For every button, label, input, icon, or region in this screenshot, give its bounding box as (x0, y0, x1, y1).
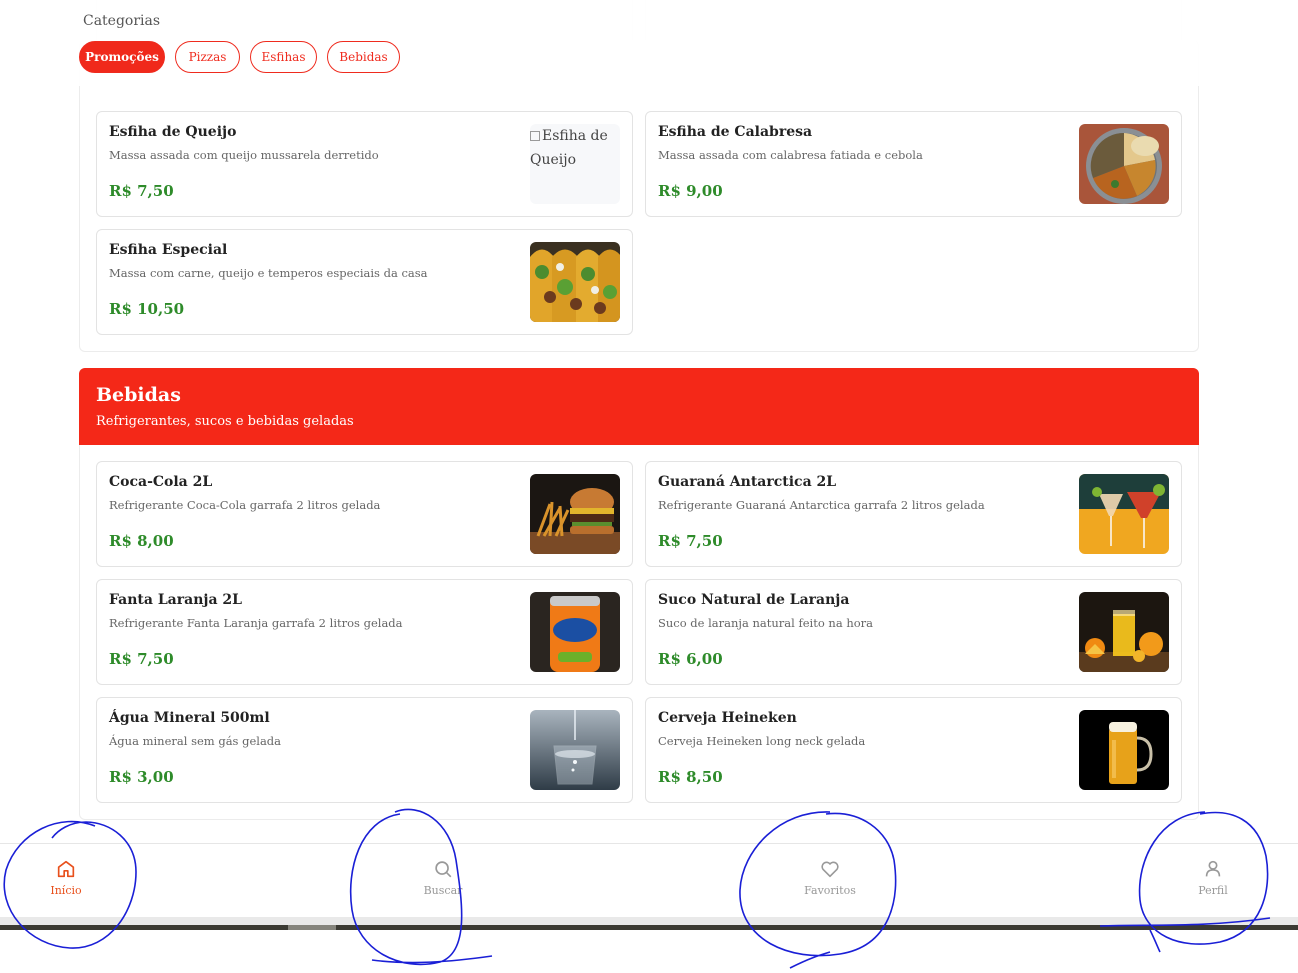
categories-header: Categorias Promoções Pizzas Esfihas Bebi… (0, 0, 1298, 86)
beer-mug-image (1079, 710, 1169, 790)
item-description: Massa assada com calabresa fatiada e ceb… (658, 148, 923, 162)
nav-label: Início (50, 884, 82, 897)
item-description: Cerveja Heineken long neck gelada (658, 734, 866, 748)
search-icon (435, 861, 452, 878)
nav-label: Perfil (1198, 884, 1228, 897)
item-description: Massa assada com queijo mussarela derret… (109, 148, 379, 162)
water-glass-image (530, 710, 620, 790)
image-alt-text: Esfiha de Queijo (530, 128, 608, 168)
menu-item-card[interactable]: Cerveja Heineken Cerveja Heineken long n… (645, 697, 1182, 803)
nav-home[interactable]: Início (26, 858, 106, 897)
bebidas-banner: Bebidas Refrigerantes, sucos e bebidas g… (79, 368, 1199, 445)
bottom-navigation: Início Buscar Favoritos Perfil (0, 843, 1298, 917)
nav-label: Favoritos (804, 884, 856, 897)
item-price: R$ 8,00 (109, 532, 174, 550)
app-page: Categorias Promoções Pizzas Esfihas Bebi… (0, 0, 1298, 973)
orange-juice-image (1079, 592, 1169, 672)
item-name: Cerveja Heineken (658, 710, 797, 726)
nav-label: Buscar (423, 884, 463, 897)
menu-item-card[interactable]: Água Mineral 500ml Água mineral sem gás … (96, 697, 633, 803)
broken-image-icon (530, 131, 540, 141)
item-description: Refrigerante Fanta Laranja garrafa 2 lit… (109, 616, 403, 630)
menu-item-card[interactable]: Esfiha de Queijo Massa assada com queijo… (96, 111, 633, 217)
menu-item-card[interactable]: Coca-Cola 2L Refrigerante Coca-Cola garr… (96, 461, 633, 567)
scrollbar-thumb[interactable] (288, 925, 336, 930)
broken-image: Esfiha de Queijo (530, 124, 620, 204)
item-name: Esfiha de Queijo (109, 124, 237, 140)
tacos-image (530, 242, 620, 322)
item-name: Coca-Cola 2L (109, 474, 213, 490)
section-title: Bebidas (96, 384, 181, 406)
heart-icon (821, 861, 839, 878)
nav-search[interactable]: Buscar (403, 858, 483, 897)
item-price: R$ 6,00 (658, 650, 723, 668)
cocktails-image (1079, 474, 1169, 554)
nav-favorites[interactable]: Favoritos (790, 858, 870, 897)
food-platter-image (1079, 124, 1169, 204)
section-subtitle: Refrigerantes, sucos e bebidas geladas (96, 414, 354, 429)
item-name: Guaraná Antarctica 2L (658, 474, 837, 490)
fanta-can-image (530, 592, 620, 672)
user-icon (1205, 860, 1221, 877)
pill-pizzas[interactable]: Pizzas (175, 41, 240, 73)
item-name: Suco Natural de Laranja (658, 592, 850, 608)
item-price: R$ 7,50 (109, 182, 174, 200)
nav-profile[interactable]: Perfil (1173, 858, 1253, 897)
home-icon (57, 860, 75, 878)
item-name: Fanta Laranja 2L (109, 592, 242, 608)
item-name: Esfiha de Calabresa (658, 124, 813, 140)
item-description: Refrigerante Coca-Cola garrafa 2 litros … (109, 498, 381, 512)
item-price: R$ 7,50 (658, 532, 723, 550)
menu-item-card[interactable]: Esfiha Especial Massa com carne, queijo … (96, 229, 633, 335)
item-price: R$ 8,50 (658, 768, 723, 786)
item-price: R$ 3,00 (109, 768, 174, 786)
menu-item-card[interactable]: Fanta Laranja 2L Refrigerante Fanta Lara… (96, 579, 633, 685)
item-price: R$ 10,50 (109, 300, 185, 318)
category-pills: Promoções Pizzas Esfihas Bebidas (79, 41, 400, 73)
menu-item-card[interactable]: Esfiha de Calabresa Massa assada com cal… (645, 111, 1182, 217)
item-description: Suco de laranja natural feito na hora (658, 616, 874, 630)
categories-title: Categorias (83, 13, 161, 29)
menu-item-card[interactable]: Guaraná Antarctica 2L Refrigerante Guara… (645, 461, 1182, 567)
item-description: Água mineral sem gás gelada (109, 734, 282, 748)
scrollbar-track[interactable] (0, 925, 1298, 930)
item-description: Massa com carne, queijo e temperos espec… (109, 266, 428, 280)
item-name: Água Mineral 500ml (109, 710, 270, 726)
bottom-gray-strip (0, 917, 1298, 925)
menu-item-card[interactable]: Suco Natural de Laranja Suco de laranja … (645, 579, 1182, 685)
item-price: R$ 7,50 (109, 650, 174, 668)
burger-fries-image (530, 474, 620, 554)
pill-bebidas[interactable]: Bebidas (327, 41, 400, 73)
item-name: Esfiha Especial (109, 242, 228, 258)
item-description: Refrigerante Guaraná Antarctica garrafa … (658, 498, 985, 512)
pill-esfihas[interactable]: Esfihas (250, 41, 317, 73)
item-price: R$ 9,00 (658, 182, 723, 200)
pill-promocoes[interactable]: Promoções (79, 41, 165, 73)
